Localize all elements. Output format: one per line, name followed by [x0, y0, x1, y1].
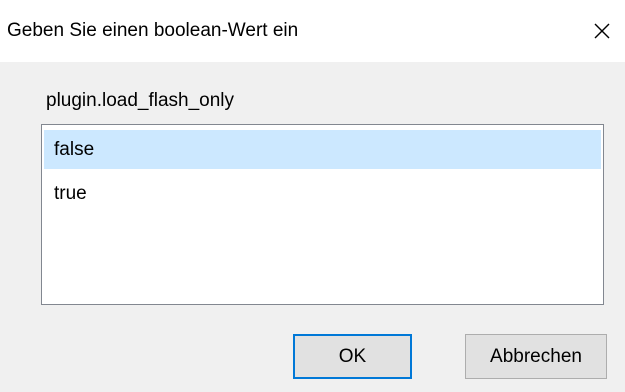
- boolean-input-dialog: Geben Sie einen boolean-Wert ein plugin.…: [0, 0, 625, 392]
- value-listbox[interactable]: false true: [41, 124, 604, 305]
- cancel-button[interactable]: Abbrechen: [465, 334, 607, 379]
- title-bar: Geben Sie einen boolean-Wert ein: [0, 0, 625, 62]
- list-item-true[interactable]: true: [44, 174, 601, 213]
- close-icon: [594, 23, 610, 39]
- ok-button[interactable]: OK: [293, 334, 412, 379]
- preference-name-label: plugin.load_flash_only: [46, 90, 235, 111]
- list-item-false[interactable]: false: [44, 130, 601, 169]
- dialog-title: Geben Sie einen boolean-Wert ein: [7, 20, 299, 41]
- close-button[interactable]: [579, 0, 625, 62]
